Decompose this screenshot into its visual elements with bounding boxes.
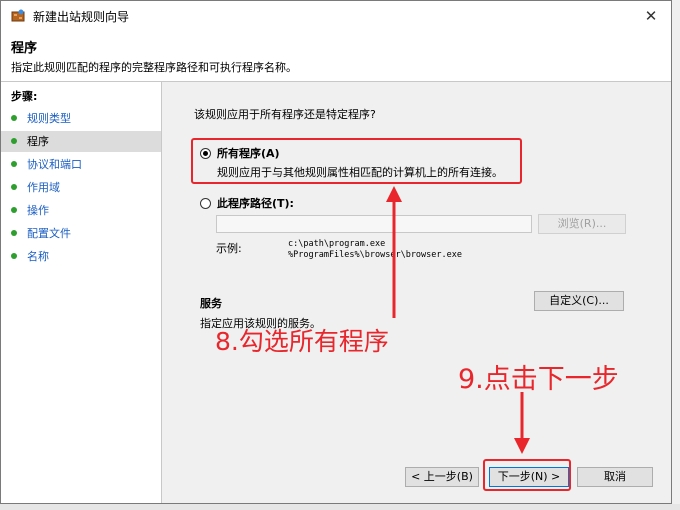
annotation-arrows [386, 186, 530, 454]
annotation-step9: 9.点击下一步 [458, 364, 619, 395]
arrow-down-head [514, 438, 530, 454]
arrow-up-head [386, 186, 402, 202]
annotation-step8: 8.勾选所有程序 [215, 327, 389, 356]
